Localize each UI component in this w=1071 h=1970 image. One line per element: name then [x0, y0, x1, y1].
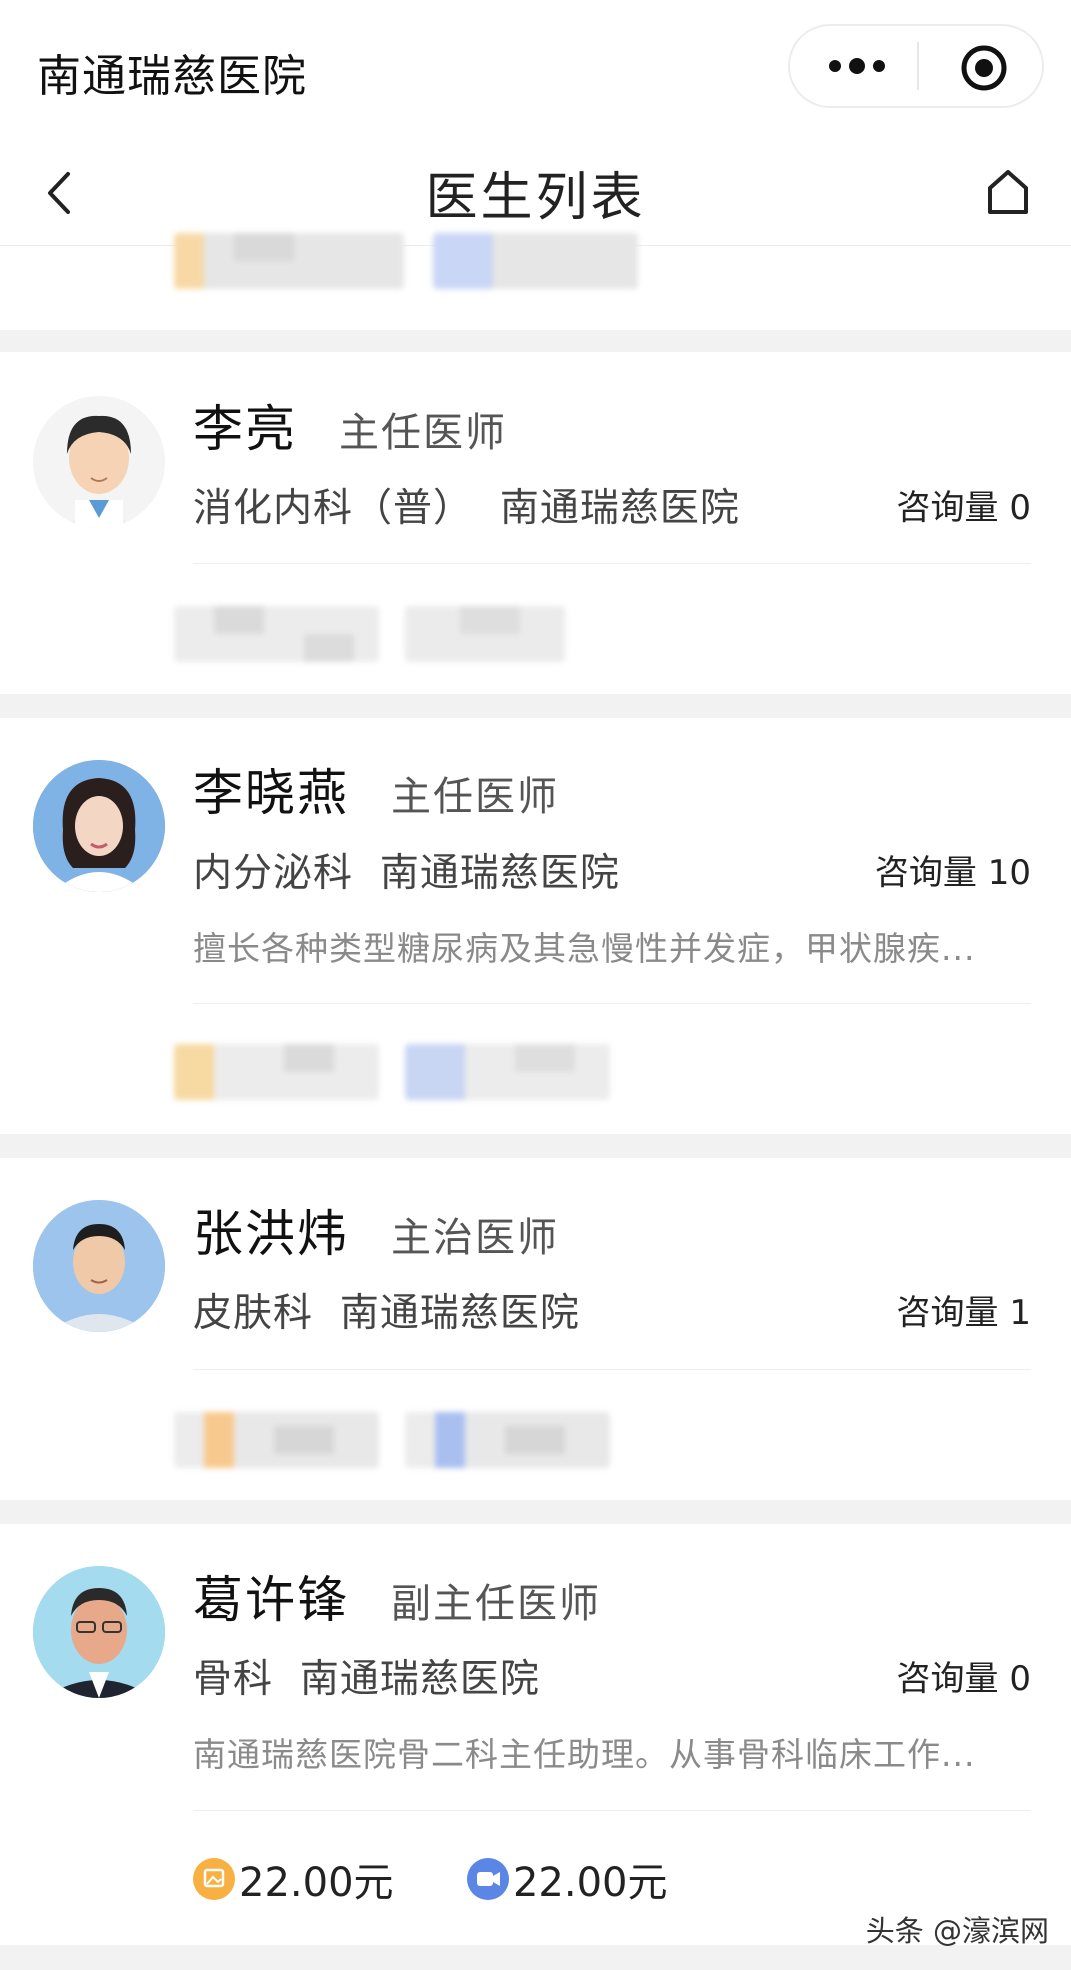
doctor-card-partial[interactable] [0, 233, 1071, 330]
consult-value: 1 [1009, 1293, 1031, 1333]
blurred-price-text [174, 1412, 379, 1468]
video-consult-icon [466, 1858, 509, 1900]
doctor-title: 主任医师 [391, 774, 559, 820]
card-divider [193, 563, 1031, 564]
doctor-title: 主任医师 [339, 410, 507, 456]
more-dots-icon[interactable] [827, 54, 887, 78]
doctor-name: 张洪炜 [193, 1205, 349, 1263]
consult-count: 咨询量 10 [875, 845, 1031, 894]
blurred-price-text [174, 1044, 379, 1100]
card-divider [193, 1369, 1031, 1370]
department-name: 骨科 [193, 1657, 274, 1702]
doctor-card[interactable]: 李亮 主任医师 消化内科（普） 南通瑞慈医院 咨询量 0 [0, 352, 1071, 694]
miniapp-header: 南通瑞慈医院 [0, 0, 1071, 130]
avatar-photo [33, 1566, 165, 1698]
doctor-title: 主治医师 [391, 1215, 559, 1261]
doctor-card[interactable]: 李晓燕 主任医师 内分泌科 南通瑞慈医院 咨询量 10 擅长各种类型糖尿病及其急… [0, 718, 1071, 1134]
doctor-department: 内分泌科 南通瑞慈医院 [193, 842, 620, 898]
text-consult-price: 22.00元 [239, 1860, 394, 1906]
page-title: 医生列表 [425, 168, 646, 228]
home-icon[interactable] [986, 168, 1030, 216]
department-name: 内分泌科 [193, 851, 354, 896]
consult-count: 咨询量 0 [897, 480, 1031, 529]
blurred-price-video [405, 1044, 610, 1100]
consult-label: 咨询量 [896, 1659, 999, 1699]
card-divider [193, 1003, 1031, 1004]
consult-value: 0 [1009, 488, 1031, 528]
hospital-name: 南通瑞慈医院 [299, 1657, 540, 1702]
consult-count: 咨询量 0 [897, 1651, 1031, 1700]
blurred-price-text [174, 233, 404, 289]
department-name: 消化内科（普） [193, 486, 474, 531]
doctor-title: 副主任医师 [391, 1581, 601, 1627]
consult-label: 咨询量 [874, 853, 977, 893]
doctor-name: 李晓燕 [193, 764, 349, 822]
blurred-price-video [433, 233, 638, 289]
doctor-intro: 南通瑞慈医院骨二科主任助理。从事骨科临床工作... [193, 1735, 976, 1774]
doctor-name: 葛许锋 [193, 1571, 349, 1629]
consult-label: 咨询量 [896, 488, 999, 528]
card-divider [193, 1810, 1031, 1811]
doctor-department: 消化内科（普） 南通瑞慈医院 [193, 477, 740, 533]
blurred-price-text [174, 606, 379, 662]
doctor-department: 骨科 南通瑞慈医院 [193, 1648, 540, 1704]
doctor-name: 李亮 [193, 400, 297, 458]
avatar-photo [33, 760, 165, 892]
consult-count: 咨询量 1 [897, 1285, 1031, 1334]
department-name: 皮肤科 [193, 1291, 314, 1336]
miniapp-capsule [788, 24, 1044, 108]
navbar: 医生列表 [0, 130, 1071, 246]
blurred-price-video [405, 606, 565, 662]
watermark: 头条 @濠滨网 [865, 1914, 1049, 1948]
video-consult-price: 22.00元 [512, 1860, 668, 1906]
blurred-price-video [405, 1412, 610, 1468]
doctor-card[interactable]: 张洪炜 主治医师 皮肤科 南通瑞慈医院 咨询量 1 [0, 1158, 1071, 1500]
consult-label: 咨询量 [896, 1293, 999, 1333]
avatar-default [33, 396, 165, 528]
target-circle-icon[interactable] [960, 44, 1008, 92]
doctor-department: 皮肤科 南通瑞慈医院 [193, 1282, 580, 1338]
consult-value: 0 [1009, 1659, 1031, 1699]
doctor-card[interactable]: 葛许锋 副主任医师 骨科 南通瑞慈医院 咨询量 0 南通瑞慈医院骨二科主任助理。… [0, 1524, 1071, 1945]
hospital-name: 南通瑞慈医院 [379, 851, 620, 896]
doctor-intro: 擅长各种类型糖尿病及其急慢性并发症，甲状腺疾... [193, 929, 976, 968]
hospital-name: 南通瑞慈医院 [499, 486, 740, 531]
price-row: 22.00元 22.00元 [193, 1850, 667, 1908]
hospital-name: 南通瑞慈医院 [339, 1291, 580, 1336]
app-title: 南通瑞慈医院 [37, 51, 307, 102]
capsule-divider [917, 42, 919, 90]
image-text-consult-icon [193, 1858, 235, 1900]
avatar-photo [33, 1200, 165, 1332]
consult-value: 10 [987, 853, 1031, 893]
